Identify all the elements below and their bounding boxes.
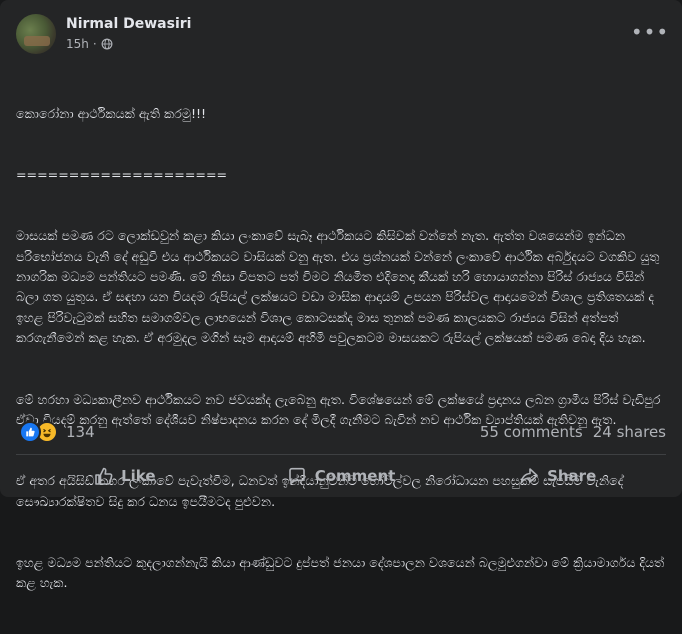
- comment-icon: [288, 467, 305, 485]
- globe-icon[interactable]: [101, 38, 113, 50]
- engagement-counts: 55 comments 24 shares: [480, 423, 666, 441]
- meta-separator: ·: [92, 37, 97, 51]
- divider: [16, 454, 666, 455]
- post-text: කොරෝනා ආර්ථිකයක් ඇති කරමු!!! ===========…: [16, 63, 668, 634]
- post-card: Nirmal Dewasiri 15h · ••• කොරෝනා ආර්ථිකය…: [0, 0, 682, 590]
- like-reaction-icon: [19, 421, 41, 443]
- post-time[interactable]: 15h: [66, 37, 89, 51]
- post-text-line: ====================: [16, 167, 228, 183]
- shares-count[interactable]: 24 shares: [593, 423, 666, 441]
- comment-button[interactable]: Comment: [233, 458, 450, 494]
- share-icon: [520, 468, 538, 484]
- like-label: Like: [121, 467, 156, 485]
- post-meta: 15h ·: [66, 37, 113, 51]
- reaction-count[interactable]: 134: [66, 423, 95, 441]
- post-text-line: ඉහළ මධ්‍යම පන්තියට කුදලාගන්නැයි කියා ආණ්…: [16, 554, 669, 591]
- post-text-line: මාසයක් පමණ රට ලොක්ඩවුන් කළා කියා ලංකාවේ …: [16, 228, 664, 346]
- more-options-icon[interactable]: •••: [631, 18, 668, 46]
- post-stats: 134 55 comments 24 shares: [16, 421, 666, 445]
- comment-label: Comment: [314, 467, 396, 485]
- share-label: Share: [547, 467, 597, 485]
- reactions-summary[interactable]: 134: [19, 421, 95, 443]
- thumbs-up-icon: [95, 467, 113, 485]
- avatar[interactable]: [16, 14, 56, 54]
- share-button[interactable]: Share: [449, 458, 666, 494]
- like-button[interactable]: Like: [16, 458, 233, 494]
- comments-count[interactable]: 55 comments: [480, 423, 583, 441]
- post-header: Nirmal Dewasiri 15h · •••: [16, 12, 668, 56]
- post-text-line: කොරෝනා ආර්ථිකයක් ඇති කරමු!!!: [16, 105, 207, 121]
- action-bar: Like Comment Share: [16, 458, 666, 494]
- author-name[interactable]: Nirmal Dewasiri: [66, 16, 191, 32]
